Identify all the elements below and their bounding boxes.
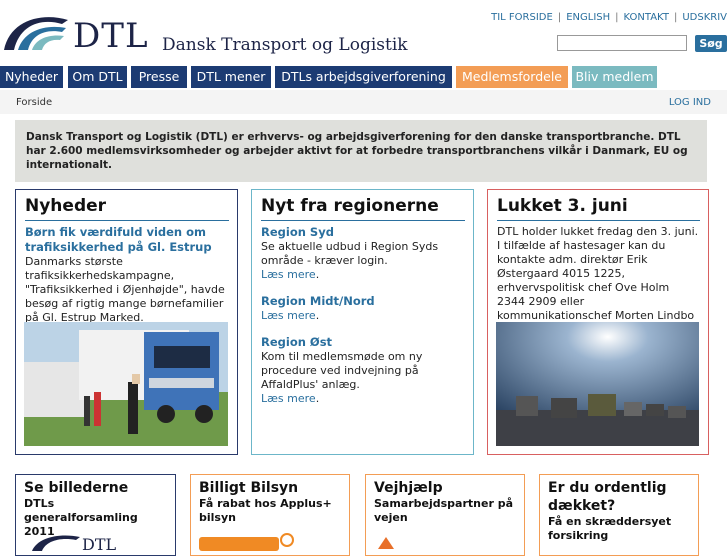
separator: |	[557, 12, 562, 23]
top-link-kontakt[interactable]: KONTAKT	[624, 12, 669, 23]
tab-bliv-medlem[interactable]: Bliv medlem	[572, 66, 657, 88]
truck-event-photo[interactable]	[24, 322, 228, 446]
news-headline-link[interactable]: Børn fik værdifuld viden om trafiksikker…	[25, 225, 229, 255]
read-more-link[interactable]: Læs mere	[261, 309, 316, 322]
search-button[interactable]: Søg	[695, 35, 727, 52]
tab-om-dtl[interactable]: Om DTL	[68, 66, 127, 88]
news-box: Nyheder Børn fik værdifuld viden om traf…	[15, 189, 238, 455]
insurance-sub: Få en skræddersyet forsikring	[548, 515, 672, 542]
top-link-english[interactable]: ENGLISH	[566, 12, 610, 23]
tab-presse[interactable]: Presse	[131, 66, 187, 88]
vejhjaelp-teaser[interactable]: Vejhjælp Samarbejdspartner på vejen	[365, 474, 525, 556]
divider	[261, 220, 465, 221]
region-oest-text: Kom til medlemsmøde om ny procedure ved …	[261, 350, 423, 391]
read-more-link[interactable]: Læs mere	[261, 268, 316, 281]
roadside-icon	[378, 537, 394, 549]
login-link[interactable]: LOG IND	[669, 97, 711, 108]
closed-notice-box: Lukket 3. juni DTL holder lukket fredag …	[487, 189, 709, 455]
search-input[interactable]	[557, 35, 687, 51]
region-midt-nord-link[interactable]: Region Midt/Nord	[261, 294, 465, 309]
site-header: DTL Dansk Transport og Logistik TIL FORS…	[0, 0, 727, 66]
news-title: Nyheder	[25, 196, 107, 216]
top-link-forside[interactable]: TIL FORSIDE	[491, 12, 553, 23]
vejhjaelp-sub: Samarbejdspartner på vejen	[374, 497, 514, 524]
regions-title: Nyt fra regionerne	[261, 196, 439, 216]
bilsyn-sub: Få rabat hos Applus+ bilsyn	[199, 497, 332, 524]
applus-logo-icon	[199, 533, 294, 551]
logo-subtitle: Dansk Transport og Logistik	[162, 35, 408, 55]
tab-nyheder[interactable]: Nyheder	[0, 66, 63, 88]
tab-arbejdsgiverforening[interactable]: DTLs arbejdsgiverforening	[275, 66, 452, 88]
regions-box: Nyt fra regionerne Region Syd Se aktuell…	[251, 189, 474, 455]
bilsyn-title: Billigt Bilsyn	[199, 480, 299, 496]
vejhjaelp-title: Vejhjælp	[374, 480, 443, 496]
divider	[497, 220, 700, 221]
trucks-sunset-photo[interactable]	[496, 322, 699, 446]
breadcrumb-bar: Forside LOG IND	[0, 90, 727, 114]
photos-title: Se billederne	[24, 480, 129, 496]
region-syd-text: Se aktuelle udbud i Region Syds område -…	[261, 240, 439, 267]
photos-teaser[interactable]: Se billederne DTLs generalforsamling 201…	[15, 474, 176, 556]
insurance-teaser[interactable]: Er du ordentlig dækket? Få en skræddersy…	[539, 474, 699, 556]
closed-body: DTL holder lukket fredag den 3. juni. I …	[497, 225, 699, 319]
bilsyn-teaser[interactable]: Billigt Bilsyn Få rabat hos Applus+ bils…	[190, 474, 350, 556]
news-body: Danmarks største trafiksikkerhedskampagn…	[25, 255, 225, 324]
read-more-link[interactable]: Læs mere	[261, 392, 316, 405]
tab-medlemsfordele[interactable]: Medlemsfordele	[456, 66, 568, 88]
tab-dtl-mener[interactable]: DTL mener	[191, 66, 271, 88]
top-links: TIL FORSIDE | ENGLISH | KONTAKT | UDSKRIV	[491, 12, 727, 23]
main-nav: Nyheder Om DTL Presse DTL mener DTLs arb…	[0, 66, 727, 88]
intro-text: Dansk Transport og Logistik (DTL) er erh…	[26, 131, 688, 171]
dtl-logo-icon: DTL	[32, 535, 117, 551]
svg-text:DTL: DTL	[82, 535, 117, 551]
dtl-logo-icon[interactable]	[2, 10, 70, 52]
divider	[25, 220, 229, 221]
separator: |	[615, 12, 619, 23]
region-syd-link[interactable]: Region Syd	[261, 225, 465, 240]
closed-title: Lukket 3. juni	[497, 196, 628, 216]
breadcrumb[interactable]: Forside	[16, 97, 52, 108]
insurance-title: Er du ordentlig dækket?	[548, 480, 667, 514]
separator: |	[673, 12, 678, 23]
logo-text[interactable]: DTL	[73, 16, 149, 56]
top-link-udskriv[interactable]: UDSKRIV	[682, 12, 727, 23]
region-oest-link[interactable]: Region Øst	[261, 335, 465, 350]
intro-banner: Dansk Transport og Logistik (DTL) er erh…	[15, 120, 707, 182]
